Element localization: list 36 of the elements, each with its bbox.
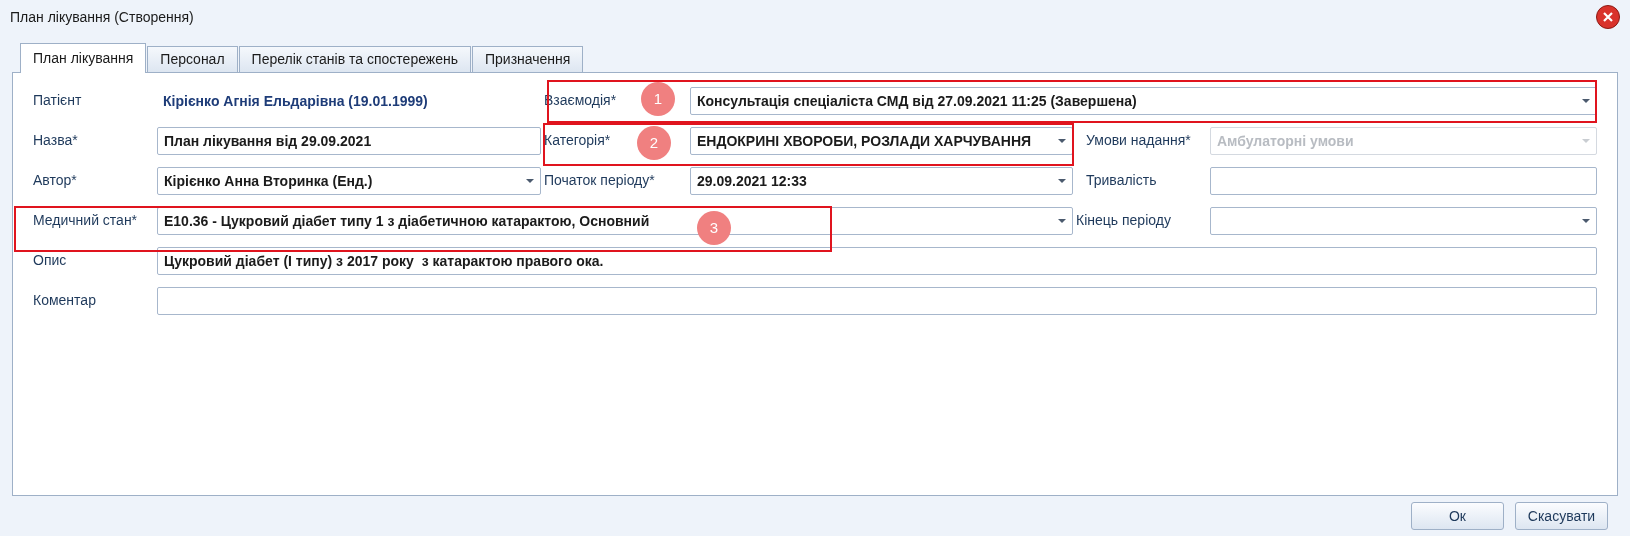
field-label: Умови надання*: [1085, 131, 1191, 150]
close-button[interactable]: [1596, 5, 1620, 29]
field-label: Категорія*: [543, 131, 611, 150]
input-field[interactable]: [157, 287, 1597, 315]
tab[interactable]: Персонал: [147, 46, 238, 72]
dropdown-arrow-icon[interactable]: [1582, 219, 1590, 223]
dropdown-arrow-icon[interactable]: [1058, 179, 1066, 183]
patient-name: Кірієнко Агнія Ельдарівна (19.01.1999): [162, 91, 429, 111]
dropdown-field[interactable]: ЕНДОКРИНІ ХВОРОБИ, РОЗЛАДИ ХАРЧУВАННЯ: [690, 127, 1073, 155]
field-label: Тривалість: [1085, 171, 1157, 190]
field-label: Кінець періоду: [1075, 211, 1171, 230]
input-field[interactable]: План лікування від 29.09.2021: [157, 127, 541, 155]
field-label: Патієнт: [33, 91, 82, 110]
dropdown-field[interactable]: Консультація спеціаліста СМД від 27.09.2021 11:25 (Завершена): [690, 87, 1597, 115]
dropdown-field[interactable]: 29.09.2021 12:33: [690, 167, 1073, 195]
dropdown-arrow-icon[interactable]: [1058, 219, 1066, 223]
tab[interactable]: Перелік станів та спостережень: [238, 46, 471, 72]
close-icon: [1603, 12, 1613, 22]
dropdown-arrow-icon[interactable]: [526, 179, 534, 183]
field-label: Медичний стан*: [33, 211, 138, 230]
field-label: Коментар: [33, 291, 96, 310]
window-title: План лікування (Створення): [10, 7, 194, 27]
tab[interactable]: План лікування: [20, 43, 147, 73]
dropdown-field[interactable]: [1210, 207, 1597, 235]
dropdown-arrow-icon[interactable]: [1058, 139, 1066, 143]
field-label: Назва*: [33, 131, 78, 150]
field-label: Початок періоду*: [543, 171, 655, 190]
dialog-button[interactable]: Скасувати: [1515, 502, 1608, 530]
tab[interactable]: Призначення: [471, 46, 584, 72]
input-field[interactable]: Цукровий діабет (І типу) з 2017 року з катарактою правого ока.: [157, 247, 1597, 275]
input-field[interactable]: [1210, 167, 1597, 195]
field-label: Опис: [33, 251, 67, 270]
dropdown-arrow-icon[interactable]: [1582, 99, 1590, 103]
field-label: Автор*: [33, 171, 77, 190]
dialog-button[interactable]: Ок: [1411, 502, 1504, 530]
dropdown-field[interactable]: Кірієнко Анна Вторинка (Енд.): [157, 167, 541, 195]
